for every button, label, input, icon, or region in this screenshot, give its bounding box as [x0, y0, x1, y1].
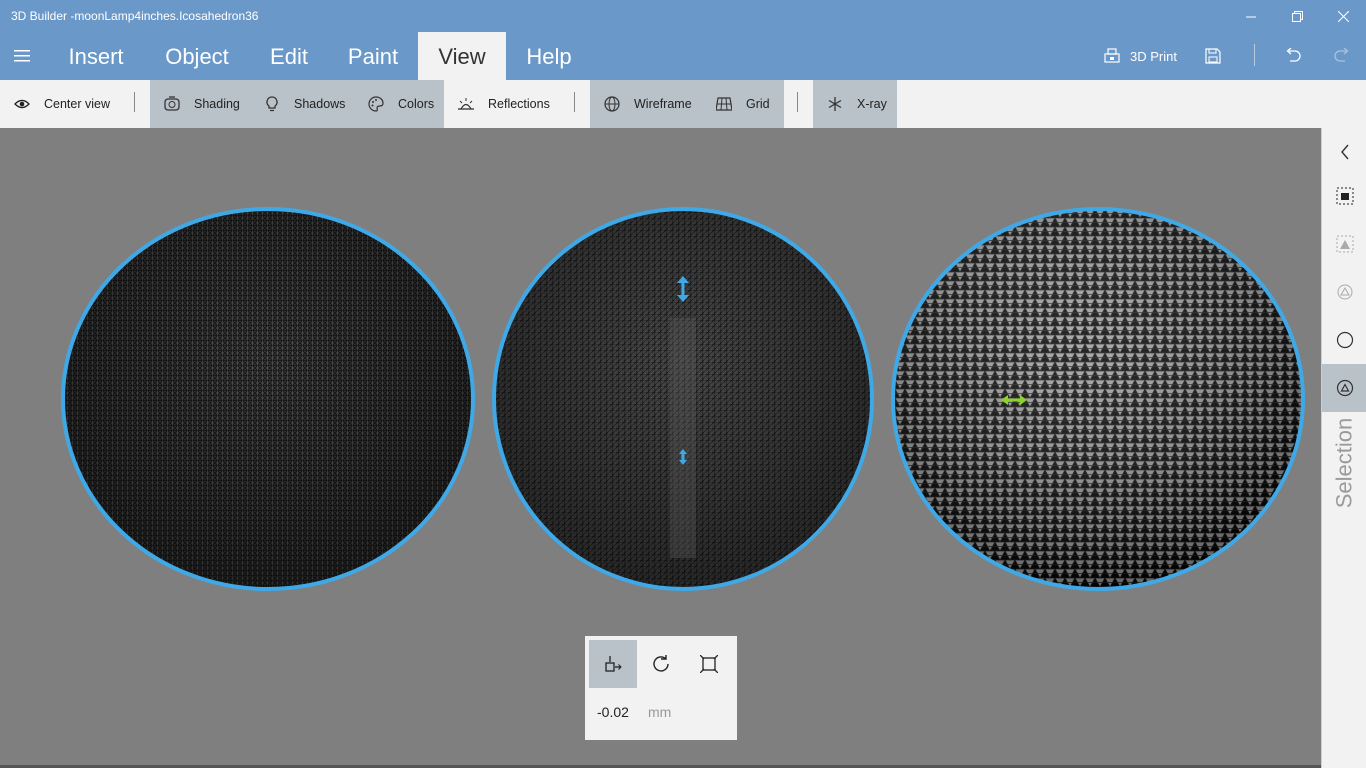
- center-view-button[interactable]: Center view: [14, 80, 126, 128]
- 3d-print-label: 3D Print: [1130, 48, 1177, 64]
- window-title: 3D Builder -moonLamp4inches.Icosahedron3…: [11, 9, 259, 23]
- redo-icon: [1334, 48, 1349, 62]
- select-vertices-icon: [1337, 284, 1352, 300]
- wireframe-toggle[interactable]: Wireframe: [590, 80, 700, 128]
- rotate-mode-button[interactable]: [637, 640, 685, 688]
- rotate-icon: [653, 655, 669, 672]
- reflections-toggle[interactable]: Reflections: [458, 80, 558, 128]
- save-icon: [1205, 48, 1221, 64]
- minimize-button[interactable]: [1228, 0, 1274, 32]
- save-button[interactable]: [1205, 32, 1225, 80]
- title-bar: 3D Builder -moonLamp4inches.Icosahedron3…: [0, 0, 1366, 32]
- wireframe-label: Wireframe: [634, 97, 692, 111]
- circle-icon: [1336, 331, 1353, 349]
- menu-object[interactable]: Object: [152, 32, 242, 80]
- selection-sidebar: Selection: [1321, 128, 1366, 768]
- hamburger-icon: [14, 50, 30, 62]
- globe-icon: [604, 96, 620, 112]
- offset-value[interactable]: -0.02: [597, 704, 629, 720]
- lightbulb-icon: [264, 96, 280, 112]
- select-mesh-button[interactable]: [1322, 364, 1366, 412]
- grid-label: Grid: [746, 97, 770, 111]
- 3d-print-button[interactable]: 3D Print: [1104, 32, 1177, 80]
- undo-button[interactable]: [1284, 32, 1304, 80]
- select-vertices-button[interactable]: [1322, 268, 1366, 316]
- select-objects-button[interactable]: [1322, 172, 1366, 220]
- separator: [797, 92, 798, 112]
- menu-insert[interactable]: Insert: [56, 32, 136, 80]
- shading-label: Shading: [194, 97, 240, 111]
- printer-icon: [1104, 48, 1120, 63]
- asterisk-icon: [827, 96, 843, 112]
- separator: [134, 92, 135, 112]
- mesh-select-icon: [1336, 379, 1353, 397]
- reflections-icon: [458, 96, 474, 112]
- shadows-label: Shadows: [294, 97, 346, 111]
- reflections-label: Reflections: [488, 97, 550, 111]
- grid-toggle[interactable]: Grid: [700, 80, 784, 128]
- scale-mode-button[interactable]: [685, 640, 733, 688]
- move-mode-button[interactable]: [589, 640, 637, 688]
- menu-bar: Insert Object Edit Paint View Help 3D Pr…: [0, 32, 1366, 80]
- shading-icon: [164, 96, 180, 112]
- close-icon: [1337, 10, 1349, 22]
- close-button[interactable]: [1320, 0, 1366, 32]
- restore-icon: [1291, 10, 1303, 22]
- view-toolbar: Center view Shading Shadows Colors Refle…: [0, 80, 1366, 128]
- redo-button[interactable]: [1333, 32, 1353, 80]
- collapse-sidebar-button[interactable]: [1322, 128, 1366, 176]
- separator: [1254, 44, 1255, 66]
- shadows-toggle[interactable]: Shadows: [250, 80, 354, 128]
- minimize-icon: [1245, 16, 1256, 17]
- colors-toggle[interactable]: Colors: [354, 80, 444, 128]
- select-lasso-button[interactable]: [1322, 316, 1366, 364]
- menu-help[interactable]: Help: [516, 32, 582, 80]
- offset-unit: mm: [648, 704, 672, 720]
- hamburger-menu-button[interactable]: [0, 32, 44, 80]
- xray-label: X-ray: [857, 97, 887, 111]
- menu-edit[interactable]: Edit: [258, 32, 320, 80]
- palette-icon: [368, 96, 384, 112]
- selection-panel-label: Selection: [1331, 417, 1357, 509]
- select-objects-icon: [1336, 187, 1353, 205]
- separator: [574, 92, 575, 112]
- shading-toggle[interactable]: Shading: [150, 80, 250, 128]
- chevron-left-icon: [1340, 144, 1349, 160]
- colors-label: Colors: [398, 97, 435, 111]
- sphere-triangle-mesh[interactable]: [891, 207, 1305, 591]
- center-view-label: Center view: [44, 97, 110, 111]
- restore-button[interactable]: [1274, 0, 1320, 32]
- scale-icon: [700, 655, 718, 673]
- eye-icon: [14, 96, 30, 112]
- select-faces-button[interactable]: [1322, 220, 1366, 268]
- xray-toggle[interactable]: X-ray: [813, 80, 897, 128]
- transform-panel: -0.02 mm: [585, 636, 737, 740]
- move-icon: [605, 656, 622, 672]
- sphere-medium-mesh[interactable]: [492, 207, 874, 591]
- menu-paint[interactable]: Paint: [336, 32, 410, 80]
- grid-icon: [716, 96, 732, 112]
- select-faces-icon: [1336, 235, 1353, 253]
- menu-view[interactable]: View: [418, 32, 506, 80]
- sphere-dense-mesh[interactable]: [61, 207, 475, 591]
- undo-icon: [1286, 48, 1301, 62]
